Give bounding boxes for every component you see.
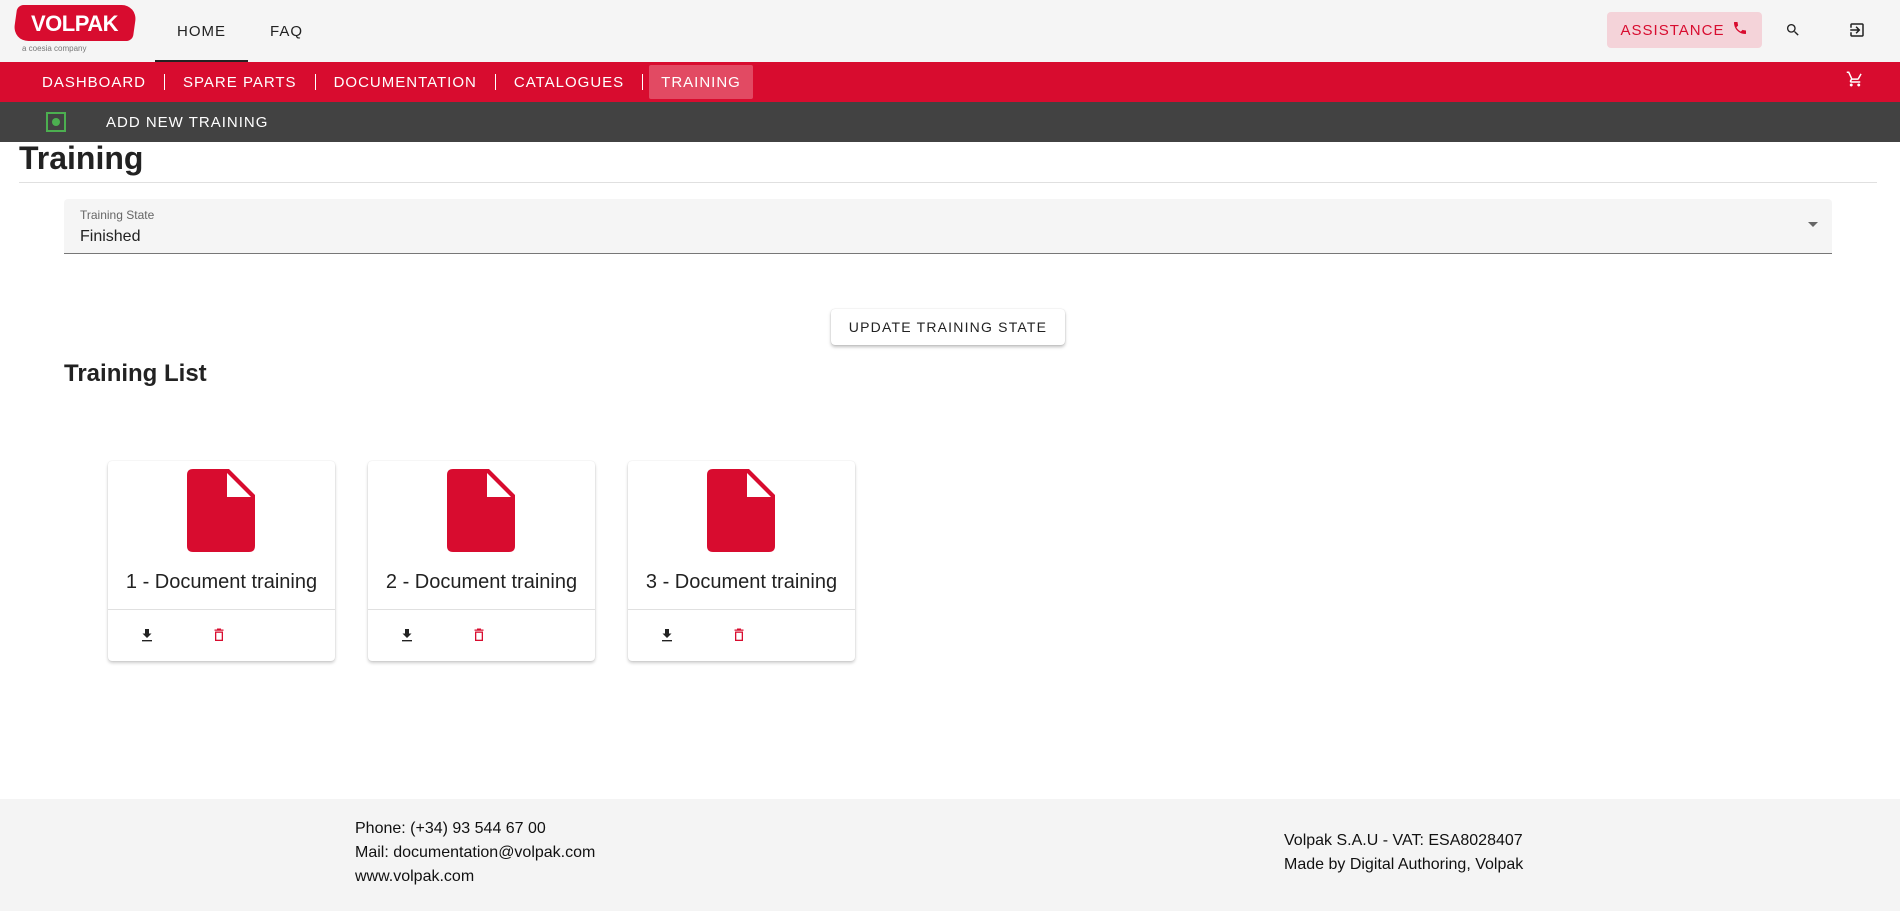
document-icon[interactable] <box>447 469 515 552</box>
logo-brand: VOLPAK <box>31 11 119 36</box>
card-divider <box>108 609 335 610</box>
delete-icon[interactable] <box>467 623 491 647</box>
bottom-strip <box>0 911 1900 919</box>
delete-icon[interactable] <box>727 623 751 647</box>
nav-home[interactable]: HOME <box>155 0 248 62</box>
download-icon[interactable] <box>655 623 679 647</box>
training-state-select[interactable]: Training State Finished <box>64 199 1832 254</box>
section-nav: DASHBOARD SPARE PARTS DOCUMENTATION CATA… <box>0 62 1900 102</box>
training-card-title[interactable]: 2 - Document training <box>368 571 595 594</box>
training-state-label: Training State <box>80 208 155 222</box>
dropdown-arrow-icon <box>1808 222 1818 227</box>
download-icon[interactable] <box>395 623 419 647</box>
action-toolbar: ADD NEW TRAINING <box>0 102 1900 142</box>
assistance-button[interactable]: ASSISTANCE <box>1607 12 1762 48</box>
add-new-training-button[interactable]: ADD NEW TRAINING <box>106 102 268 142</box>
nav-separator <box>164 74 166 90</box>
training-card-title[interactable]: 1 - Document training <box>108 571 335 594</box>
title-divider <box>19 182 1877 183</box>
nav-dashboard[interactable]: DASHBOARD <box>30 65 158 99</box>
assistance-label: ASSISTANCE <box>1620 21 1725 39</box>
download-icon[interactable] <box>135 623 159 647</box>
footer-mail[interactable]: Mail: documentation@volpak.com <box>355 844 595 862</box>
nav-spare-parts[interactable]: SPARE PARTS <box>171 65 309 99</box>
cart-icon[interactable] <box>1846 70 1870 94</box>
document-icon[interactable] <box>187 469 255 552</box>
footer-phone: Phone: (+34) 93 544 67 00 <box>355 820 546 837</box>
training-list-title: Training List <box>64 360 207 387</box>
add-box-icon[interactable] <box>46 112 66 132</box>
training-card-title[interactable]: 3 - Document training <box>628 571 855 594</box>
search-icon[interactable] <box>1781 18 1805 42</box>
footer-company: Volpak S.A.U - VAT: ESA8028407 <box>1284 832 1523 849</box>
document-icon[interactable] <box>707 469 775 552</box>
top-header: VOLPAK a coesia company HOME FAQ ASSISTA… <box>0 0 1900 62</box>
training-card: 1 - Document training <box>108 461 335 661</box>
nav-training[interactable]: TRAINING <box>649 65 753 99</box>
nav-separator <box>642 74 644 90</box>
footer: Phone: (+34) 93 544 67 00 Mail: document… <box>0 799 1900 911</box>
card-divider <box>628 609 855 610</box>
phone-icon <box>1732 20 1748 40</box>
training-card: 2 - Document training <box>368 461 595 661</box>
delete-icon[interactable] <box>207 623 231 647</box>
nav-catalogues[interactable]: CATALOGUES <box>502 65 636 99</box>
logout-icon[interactable] <box>1845 18 1869 42</box>
training-state-value: Finished <box>80 228 141 245</box>
volpak-logo[interactable]: VOLPAK a coesia company <box>12 5 138 55</box>
nav-separator <box>494 74 496 90</box>
card-divider <box>368 609 595 610</box>
nav-documentation[interactable]: DOCUMENTATION <box>322 65 489 99</box>
training-card: 3 - Document training <box>628 461 855 661</box>
nav-faq[interactable]: FAQ <box>248 0 325 62</box>
update-training-state-button[interactable]: UPDATE TRAINING STATE <box>831 309 1065 345</box>
logo-subtitle: a coesia company <box>22 44 87 53</box>
page-title: Training <box>19 140 144 176</box>
footer-website[interactable]: www.volpak.com <box>355 868 474 886</box>
footer-made-by: Made by Digital Authoring, Volpak <box>1284 856 1524 873</box>
nav-separator <box>314 74 316 90</box>
top-nav: HOME FAQ <box>155 0 325 62</box>
